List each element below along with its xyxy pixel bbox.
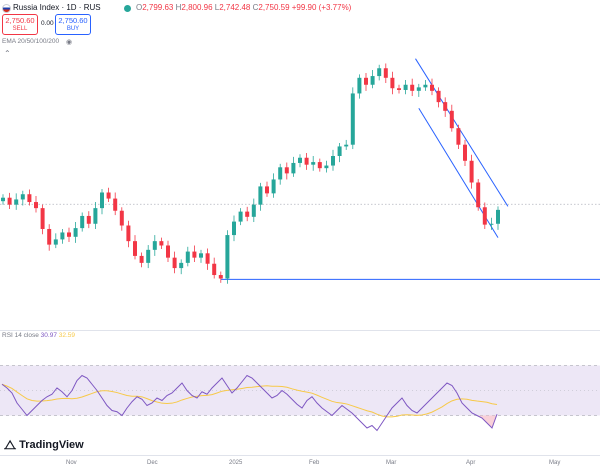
candle-body (337, 146, 342, 156)
tradingview-logo-text: TradingView (19, 439, 84, 451)
candles (1, 63, 500, 284)
candle-body (331, 156, 335, 166)
candle-body (291, 162, 296, 174)
candle-body (350, 93, 355, 145)
x-tick-dec: Dec (147, 460, 158, 466)
candle-body (86, 215, 91, 224)
candle-body (311, 162, 316, 165)
candle-body (258, 186, 263, 205)
candle-body (192, 251, 197, 258)
candle-body (139, 255, 144, 263)
candle-body (251, 204, 256, 217)
candle-body (100, 192, 104, 209)
candle-body (476, 182, 481, 208)
candle-body (430, 84, 434, 91)
candle-body (370, 76, 375, 85)
candle-body (205, 253, 210, 264)
candle-body (463, 144, 467, 161)
candle-body (80, 215, 85, 229)
candle-body (496, 209, 500, 224)
candle-body (133, 241, 137, 256)
candle-body (40, 208, 45, 229)
x-tick-2025: 2025 (229, 460, 243, 466)
candle-body (403, 84, 408, 90)
candle-body (199, 253, 203, 258)
candle-body (456, 128, 461, 145)
candle-body (416, 87, 421, 91)
candle-body (27, 194, 32, 203)
candle-body (443, 102, 448, 111)
candle-body (152, 241, 157, 250)
x-tick-nov: Nov (66, 460, 77, 466)
candle-body (126, 225, 131, 242)
candle-body (449, 110, 454, 129)
x-tick-mar: Mar (386, 460, 397, 466)
candle-body (185, 251, 190, 263)
candle-body (53, 239, 58, 245)
candle-body (218, 275, 223, 279)
candle-body (344, 144, 349, 147)
candle-body (390, 77, 395, 89)
candle-body (298, 157, 302, 163)
candle-body (271, 179, 276, 194)
x-tick-may: May (549, 460, 561, 466)
candle-body (113, 198, 118, 211)
candle-body (238, 211, 243, 222)
rsi-oversold-fill (472, 415, 497, 428)
candle-body (423, 84, 428, 88)
candle-body (278, 167, 283, 180)
candle-body (20, 194, 25, 200)
x-tick-apr: Apr (466, 460, 476, 466)
candle-body (172, 257, 177, 269)
tradingview-logo[interactable]: ⧍ TradingView (4, 437, 84, 453)
candle-body (119, 210, 124, 226)
candle-body (357, 77, 362, 94)
candle-body (179, 262, 184, 269)
candle-body (146, 249, 151, 263)
candle-body (232, 221, 236, 236)
candle-body (166, 245, 170, 258)
candle-body (383, 68, 388, 78)
candle-body (60, 232, 65, 240)
candle-body (377, 68, 382, 77)
price-chart[interactable] (0, 0, 600, 330)
candle-body (47, 228, 52, 245)
candle-body (469, 160, 474, 183)
candle-body (225, 235, 230, 279)
x-tick-feb: Feb (309, 460, 320, 466)
candle-body (364, 77, 368, 85)
candle-body (212, 263, 217, 276)
candle-body (73, 228, 78, 237)
candle-body (93, 208, 98, 224)
candle-body (489, 223, 494, 225)
candle-body (7, 197, 12, 205)
candle-body (245, 211, 250, 217)
trendlines (220, 58, 600, 280)
candle-body (67, 232, 71, 237)
candle-body (14, 199, 19, 205)
candle-body (324, 165, 329, 169)
candle-body (34, 202, 38, 209)
candle-body (482, 207, 487, 225)
candle-body (317, 162, 322, 169)
rsi-layer (0, 330, 600, 432)
candle-body (265, 186, 269, 194)
tradingview-logo-icon: ⧍ (4, 437, 17, 452)
candle-body (410, 84, 415, 91)
candle-body (1, 197, 5, 202)
candle-body (436, 90, 441, 103)
candle-body (397, 88, 401, 90)
rsi-panel[interactable] (0, 330, 600, 455)
candle-body (284, 167, 289, 174)
candle-body (304, 157, 309, 165)
candle-body (106, 192, 111, 199)
candle-body (159, 241, 164, 246)
channel-upper-line (415, 58, 509, 207)
time-axis[interactable]: Nov Dec 2025 Feb Mar Apr May (0, 455, 600, 474)
